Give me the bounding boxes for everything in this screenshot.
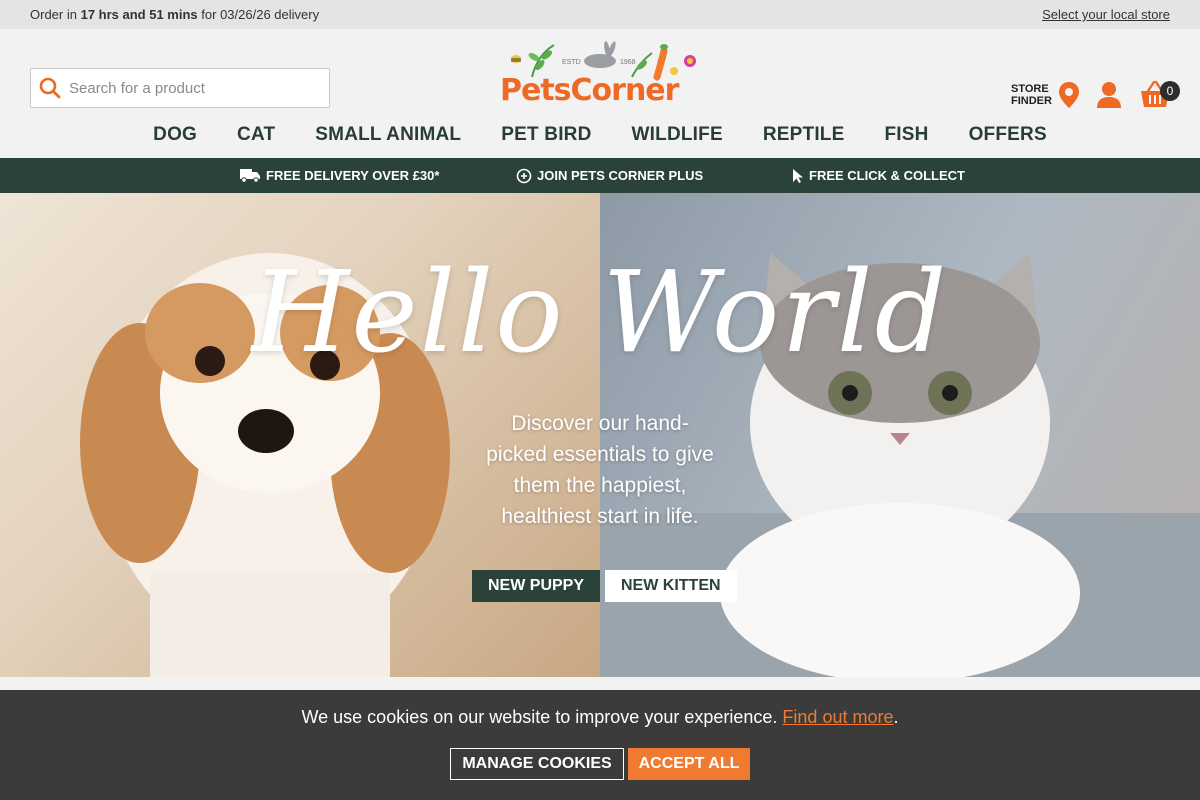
logo-estd-text: ESTD [562,59,581,66]
benefits-bar: FREE DELIVERY OVER £30* JOIN PETS CORNER… [0,158,1200,193]
select-local-store-link[interactable]: Select your local store [1042,7,1170,22]
new-kitten-button[interactable]: NEW KITTEN [605,570,737,602]
logo-wordmark: PetsCorner [500,73,679,108]
find-out-more-link[interactable]: Find out more [782,707,893,727]
cookie-period: . [893,707,899,727]
hero-copy-line1: Discover our hand- [511,412,689,435]
account-button[interactable] [1096,81,1122,114]
join-plus-link[interactable]: JOIN PETS CORNER PLUS [516,168,703,184]
pets-corner-logo[interactable]: ESTD 1968 PetsCorner [492,41,708,111]
user-icon [1097,82,1121,108]
cursor-icon [793,168,803,183]
cookie-message: We use cookies on our website to improve… [0,707,1200,728]
free-delivery-text: FREE DELIVERY OVER £30* [266,168,440,183]
pets-corner-plus-icon [516,168,532,183]
main-category-nav: DOG CAT SMALL ANIMAL PET BIRD WILDLIFE R… [0,124,1200,146]
cookie-message-text: We use cookies on our website to improve… [301,707,778,727]
nav-item-offers[interactable]: OFFERS [969,124,1047,146]
order-prefix-text: Order in [30,7,77,22]
hero-title: Hello World [251,248,949,378]
hero-copy-line4: healthiest start in life. [501,505,699,528]
nav-item-pet-bird[interactable]: PET BIRD [501,124,591,146]
basket-count-badge: 0 [1160,81,1180,101]
nav-item-dog[interactable]: DOG [153,124,197,146]
site-header: ESTD 1968 PetsCorner STORE FINDER 0 DOG [0,29,1200,158]
nav-item-reptile[interactable]: REPTILE [763,124,845,146]
store-finder-line1: STORE [1011,83,1049,95]
nav-item-wildlife[interactable]: WILDLIFE [632,124,723,146]
join-plus-text: JOIN PETS CORNER PLUS [537,168,704,183]
delivery-truck-icon [240,169,260,183]
top-utility-bar: Order in 17 hrs and 51 mins for 03/26/26… [0,0,1200,29]
hero-banner: Hello World Discover our hand- picked es… [0,193,1200,677]
order-suffix-text: for 03/26/26 delivery [201,7,320,22]
free-delivery-link[interactable]: FREE DELIVERY OVER £30* [240,168,439,183]
click-collect-link[interactable]: FREE CLICK & COLLECT [792,168,965,184]
hero-copy-line2: picked essentials to give [486,443,714,466]
new-puppy-button[interactable]: NEW PUPPY [472,570,601,602]
search-input[interactable] [69,79,309,97]
store-finder-label: STORE FINDER [1011,83,1052,107]
hero-description: Discover our hand- picked essentials to … [470,408,730,532]
store-finder-link[interactable]: STORE FINDER [1011,81,1080,109]
accept-all-button[interactable]: ACCEPT ALL [628,748,750,780]
logo-year-text: 1968 [620,59,636,66]
basket-button[interactable]: 0 [1140,79,1180,114]
search-icon [39,77,61,99]
click-collect-text: FREE CLICK & COLLECT [809,168,965,183]
delivery-countdown: Order in 17 hrs and 51 mins for 03/26/26… [30,7,319,22]
nav-item-small-animal[interactable]: SMALL ANIMAL [315,124,461,146]
store-finder-line2: FINDER [1011,95,1052,107]
countdown-text: 17 hrs and 51 mins [80,7,198,22]
nav-item-cat[interactable]: CAT [237,124,275,146]
hero-copy-line3: them the happiest, [513,474,687,497]
search-box[interactable] [30,68,330,108]
nav-item-fish[interactable]: FISH [884,124,928,146]
location-pin-icon [1058,82,1079,108]
cookie-banner: We use cookies on our website to improve… [0,690,1200,800]
manage-cookies-button[interactable]: MANAGE COOKIES [450,748,624,780]
